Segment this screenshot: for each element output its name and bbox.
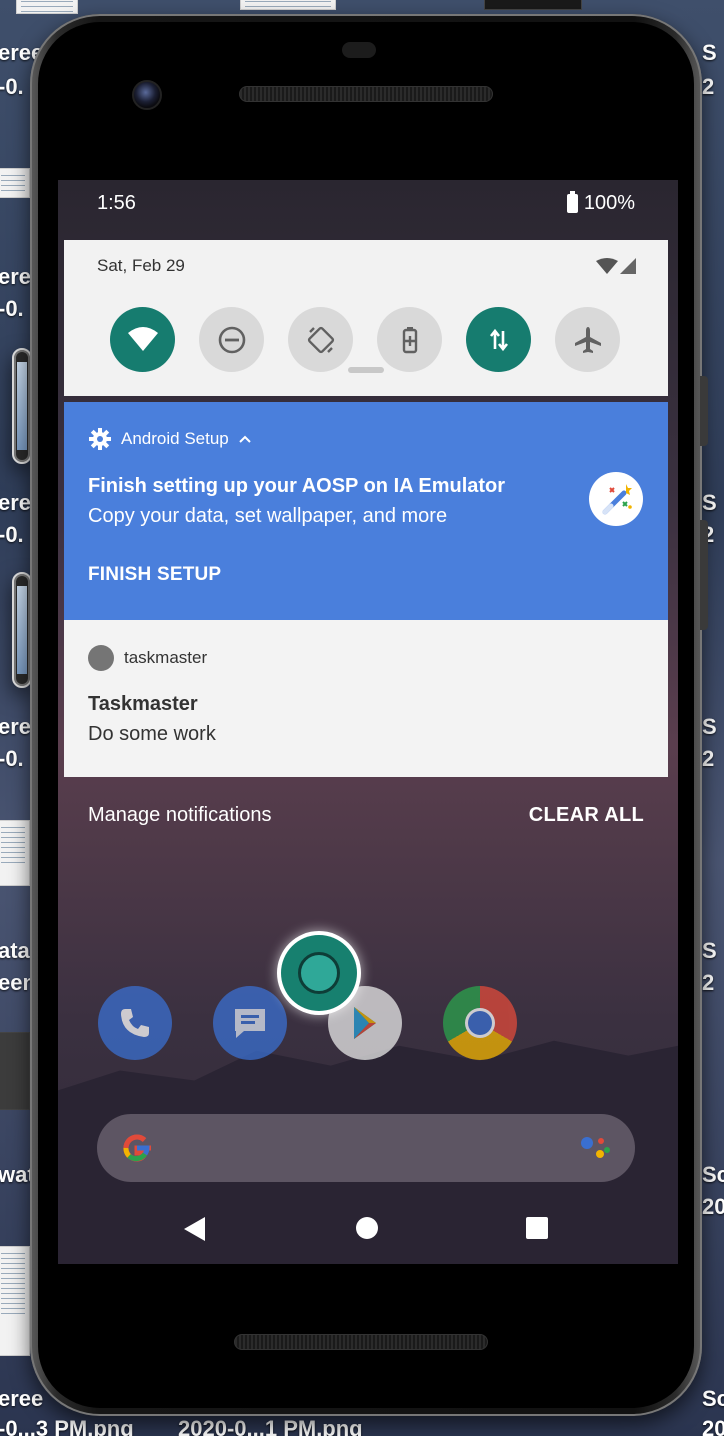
app-icon [88,645,114,671]
desktop-file-label[interactable]: 2 [702,970,714,996]
notification-taskmaster[interactable]: taskmaster Taskmaster Do some work [64,620,668,777]
desktop-file-label[interactable]: eree [0,1386,43,1412]
magic-wand-icon [602,484,632,515]
desktop-file-thumbnail[interactable] [12,348,32,464]
airplane-icon [574,326,601,353]
auto-rotate-tile[interactable] [288,307,353,372]
front-camera [132,80,162,110]
desktop-file-label[interactable]: 2020-0...1 PM.png [178,1416,363,1436]
wifi-signal-icon [596,258,618,274]
messages-app[interactable] [213,986,287,1060]
navigation-bar [58,1190,678,1264]
desktop-file-label[interactable]: 2 [702,746,714,772]
desktop-file-label[interactable]: -0. [0,746,24,772]
desktop-file-thumbnail[interactable] [0,1246,30,1356]
desktop-file-label[interactable]: 20 [702,1416,724,1436]
desktop-file-thumbnail[interactable] [484,0,582,10]
back-icon[interactable] [183,1216,207,1242]
notification-text: Copy your data, set wallpaper, and more [88,505,448,527]
manage-notifications-button[interactable]: Manage notifications [88,804,271,827]
battery-icon [566,191,578,213]
airplane-mode-tile[interactable] [555,307,620,372]
proximity-sensor [342,42,376,58]
phone-app[interactable] [98,986,172,1060]
desktop-file-label[interactable]: -0...3 PM.png [0,1416,134,1436]
desktop-file-label[interactable]: S [702,714,717,740]
mobile-data-icon [489,328,508,351]
status-battery: 100% [566,191,635,215]
wifi-tile[interactable] [110,307,175,372]
notification-app-name: taskmaster [124,648,208,667]
desktop-file-label[interactable]: Sc [702,1386,724,1412]
desktop-file-label[interactable]: 2 [702,74,714,100]
touch-indicator-core [298,952,340,994]
desktop-file-label[interactable]: S [702,40,717,66]
desktop-file-label[interactable]: -0. [0,74,24,100]
desktop-file-thumbnail[interactable] [0,168,30,198]
recents-icon[interactable] [525,1216,549,1240]
setup-wand-badge [589,472,643,526]
signal-indicator [596,258,636,274]
auto-rotate-icon [307,326,334,353]
desktop-file-label[interactable]: S [702,490,717,516]
desktop-file-thumbnail[interactable] [16,0,78,14]
chrome-app[interactable] [443,986,517,1060]
quick-settings-panel: Sat, Feb 29 [64,240,668,396]
phone-icon [121,1009,149,1037]
gear-icon [89,428,111,450]
mobile-data-tile[interactable] [466,307,531,372]
desktop-file-thumbnail[interactable] [0,820,30,886]
status-bar: 1:56 100% [58,180,678,230]
notification-header[interactable]: Android Setup [89,428,251,450]
desktop-file-label[interactable]: -0. [0,296,24,322]
desktop-file-thumbnail[interactable] [240,0,336,10]
notification-header[interactable]: taskmaster [88,645,207,671]
clear-all-button[interactable]: CLEAR ALL [529,804,644,827]
top-speaker [239,86,493,102]
notification-android-setup[interactable]: Android Setup Finish setting up your AOS… [64,402,668,620]
quick-settings-date[interactable]: Sat, Feb 29 [97,256,185,276]
quick-settings-expand-handle[interactable] [348,367,384,373]
google-g-icon [123,1134,151,1162]
desktop-file-label[interactable]: -0. [0,522,24,548]
battery-saver-icon [402,326,417,353]
do-not-disturb-tile[interactable] [199,307,264,372]
messages-icon [235,1009,265,1038]
desktop-file-thumbnail[interactable] [0,1032,30,1110]
notification-title: Taskmaster [88,693,198,715]
battery-saver-tile[interactable] [377,307,442,372]
desktop-file-thumbnail[interactable] [12,572,32,688]
do-not-disturb-icon [218,326,245,353]
chevron-up-icon[interactable] [239,434,251,444]
device-screen: 1:56 100% Sat, Feb 29 Android Setup Fini… [58,180,678,1264]
battery-percent: 100% [583,192,635,214]
cell-signal-icon [620,258,636,274]
notification-app-name: Android Setup [121,429,229,448]
desktop-file-label[interactable]: Sc [702,1162,724,1188]
desktop-file-label[interactable]: ata [0,938,30,964]
touch-indicator [277,931,361,1015]
desktop-file-label[interactable]: 20 [702,1194,724,1220]
finish-setup-button[interactable]: FINISH SETUP [88,564,221,586]
power-button[interactable] [700,376,708,446]
bottom-speaker [234,1334,488,1350]
touch-indicator-ring [281,935,357,1011]
notification-title: Finish setting up your AOSP on IA Emulat… [88,475,506,497]
status-time: 1:56 [97,192,136,214]
wifi-icon [127,326,158,351]
chrome-icon [465,1008,495,1038]
desktop-file-label[interactable]: S [702,938,717,964]
assistant-icon[interactable] [577,1130,613,1166]
notification-text: Do some work [88,723,216,745]
home-icon[interactable] [355,1216,379,1240]
volume-button[interactable] [700,520,708,630]
google-search-bar[interactable] [97,1114,635,1182]
play-store-icon [354,1007,376,1039]
